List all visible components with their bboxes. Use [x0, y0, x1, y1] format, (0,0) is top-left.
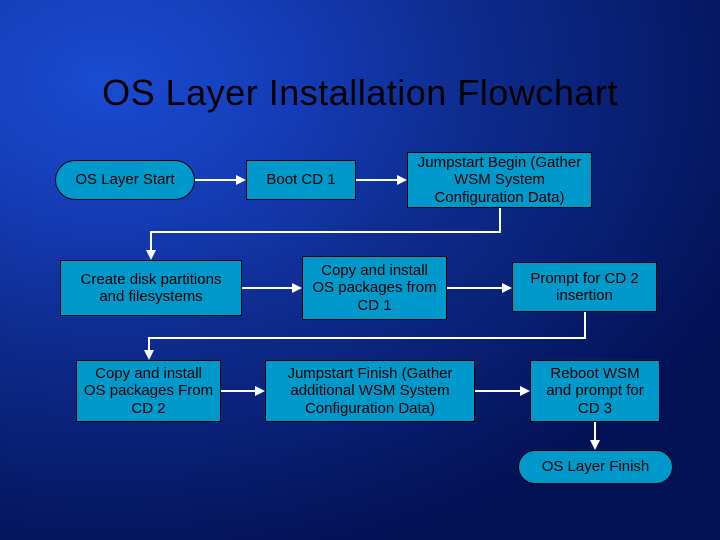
node-reboot: Reboot WSM and prompt for CD 3	[530, 360, 660, 422]
node-copy-cd1: Copy and install OS packages from CD 1	[302, 256, 447, 320]
node-prompt-cd2: Prompt for CD 2 insertion	[512, 262, 657, 312]
node-jumpstart-begin: Jumpstart Begin (Gather WSM System Confi…	[407, 152, 592, 208]
node-start: OS Layer Start	[55, 160, 195, 200]
page-title: OS Layer Installation Flowchart	[0, 72, 720, 114]
node-create-partitions: Create disk partitions and filesystems	[60, 260, 242, 316]
node-copy-cd2: Copy and install OS packages From CD 2	[76, 360, 221, 422]
node-finish: OS Layer Finish	[518, 450, 673, 484]
node-boot-cd1: Boot CD 1	[246, 160, 356, 200]
node-jumpstart-finish: Jumpstart Finish (Gather additional WSM …	[265, 360, 475, 422]
